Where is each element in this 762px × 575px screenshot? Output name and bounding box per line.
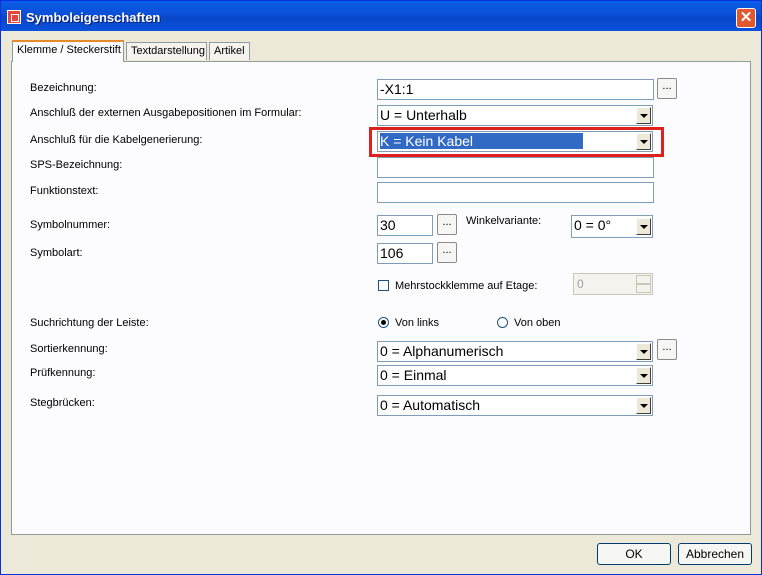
- label-von-oben: Von oben: [514, 317, 561, 329]
- radio-von-oben[interactable]: [497, 317, 508, 328]
- label-sps-bezeichnung: SPS-Bezeichnung:: [30, 159, 123, 171]
- symbolart-field[interactable]: 106: [377, 243, 433, 264]
- window-title: Symboleigenschaften: [26, 10, 161, 25]
- label-anschluss-extern: Anschluß der externen Ausgabepositionen …: [30, 107, 302, 119]
- label-suchrichtung: Suchrichtung der Leiste:: [30, 317, 149, 329]
- stegbruecken-select[interactable]: 0 = Automatisch: [377, 395, 653, 416]
- bezeichnung-field[interactable]: -X1:1: [377, 79, 654, 100]
- sortierkennung-select[interactable]: 0 = Alphanumerisch: [377, 341, 653, 362]
- label-funktionstext: Funktionstext:: [30, 185, 99, 197]
- close-button[interactable]: ✕: [736, 8, 756, 28]
- winkelvariante-select[interactable]: 0 = 0°: [571, 215, 653, 238]
- chevron-down-icon[interactable]: [636, 367, 651, 384]
- cancel-button[interactable]: Abbrechen: [678, 543, 752, 565]
- label-von-links: Von links: [395, 317, 440, 329]
- mehrstockklemme-checkbox[interactable]: [378, 280, 389, 291]
- label-winkelvariante: Winkelvariante:: [466, 215, 542, 227]
- symbolnummer-field[interactable]: 30: [377, 215, 433, 236]
- sortierkennung-value: 0 = Alphanumerisch: [380, 343, 504, 359]
- radio-von-links[interactable]: [378, 317, 389, 328]
- etage-value: 0: [577, 277, 584, 291]
- chevron-down-icon[interactable]: [636, 107, 651, 124]
- label-anschluss-kabel: Anschluß für die Kabelgenerierung:: [30, 134, 203, 146]
- label-sortierkennung: Sortierkennung:: [30, 343, 108, 355]
- chevron-down-icon[interactable]: [636, 218, 651, 235]
- spin-up-icon[interactable]: [636, 275, 651, 284]
- chevron-down-icon[interactable]: [636, 397, 651, 414]
- pruefkennung-select[interactable]: 0 = Einmal: [377, 365, 653, 386]
- label-bezeichnung: Bezeichnung:: [30, 82, 97, 94]
- label-pruefkennung: Prüfkennung:: [30, 367, 96, 379]
- chevron-down-icon[interactable]: [636, 343, 651, 360]
- label-symbolart: Symbolart:: [30, 247, 83, 259]
- tab-klemme-steckerstift[interactable]: Klemme / Steckerstift: [12, 40, 124, 62]
- stegbruecken-value: 0 = Automatisch: [380, 397, 481, 413]
- tab-artikel[interactable]: Artikel: [209, 42, 250, 60]
- pruefkennung-value: 0 = Einmal: [380, 367, 447, 383]
- red-highlight-box: [369, 127, 664, 157]
- title-bar[interactable]: Symboleigenschaften ✕: [1, 1, 761, 31]
- label-stegbruecken: Stegbrücken:: [30, 397, 95, 409]
- funktionstext-field[interactable]: [377, 182, 654, 203]
- symbolnummer-browse-button[interactable]: ...: [437, 214, 457, 235]
- label-symbolnummer: Symbolnummer:: [30, 219, 111, 231]
- sps-bezeichnung-field[interactable]: [377, 157, 654, 178]
- ok-button[interactable]: OK: [597, 543, 671, 565]
- anschluss-extern-select[interactable]: U = Unterhalb: [377, 105, 653, 126]
- bezeichnung-browse-button[interactable]: ...: [657, 78, 677, 99]
- spin-down-icon[interactable]: [636, 284, 651, 293]
- app-icon: [7, 10, 21, 24]
- winkelvariante-value: 0 = 0°: [574, 217, 612, 233]
- dialog-window: Symboleigenschaften ✕ Klemme / Steckerst…: [0, 0, 762, 575]
- sortierkennung-browse-button[interactable]: ...: [657, 339, 677, 360]
- symbolart-browse-button[interactable]: ...: [437, 242, 457, 263]
- etage-spinner[interactable]: 0: [573, 273, 653, 295]
- label-mehrstockklemme: Mehrstockklemme auf Etage:: [395, 280, 538, 292]
- tab-textdarstellung[interactable]: Textdarstellung: [126, 42, 207, 60]
- anschluss-extern-value: U = Unterhalb: [380, 107, 467, 123]
